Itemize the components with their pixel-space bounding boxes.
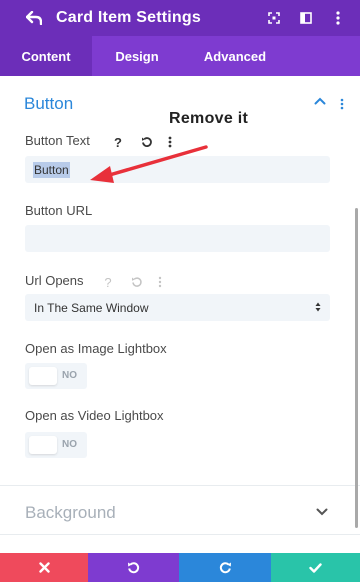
toggle-state: NO <box>62 370 77 381</box>
redo-button[interactable] <box>179 553 271 582</box>
tab-advanced[interactable]: Advanced <box>182 36 288 76</box>
button-url-label: Button URL <box>25 203 93 218</box>
field-more-button[interactable] <box>150 273 170 291</box>
focus-icon <box>268 12 280 24</box>
chevron-down-icon[interactable] <box>316 508 328 516</box>
footer-action-bar <box>0 553 360 582</box>
undo-icon <box>128 562 140 574</box>
more-vertical-icon <box>158 276 162 288</box>
image-lightbox-toggle[interactable]: NO <box>25 363 87 389</box>
tab-content[interactable]: Content <box>0 36 92 76</box>
more-vertical-icon <box>336 11 340 25</box>
help-button[interactable]: ? <box>98 273 118 291</box>
sidebar-toggle-button[interactable] <box>290 0 322 36</box>
url-opens-select[interactable]: In The Same Window <box>25 294 330 321</box>
redo-icon <box>219 562 231 574</box>
settings-content: Button Remove it Button Text ? Button Bu… <box>0 76 360 536</box>
reset-icon <box>132 277 142 287</box>
section-divider <box>0 534 360 535</box>
section-more-button[interactable] <box>336 96 348 112</box>
help-icon: ? <box>104 274 112 290</box>
toggle-knob <box>29 367 57 385</box>
url-opens-value: In The Same Window <box>34 300 149 315</box>
reset-button[interactable] <box>127 273 147 291</box>
image-lightbox-label: Open as Image Lightbox <box>25 341 167 356</box>
button-text-value: Button <box>33 161 70 178</box>
header-more-button[interactable] <box>322 0 354 36</box>
settings-header: Card Item Settings <box>0 0 360 36</box>
background-section-title[interactable]: Background <box>25 503 116 523</box>
section-title: Button <box>24 94 74 113</box>
video-lightbox-label: Open as Video Lightbox <box>25 408 164 423</box>
more-vertical-icon <box>340 98 344 110</box>
check-icon <box>309 562 322 573</box>
button-url-input[interactable] <box>25 225 330 252</box>
annotation-text: Remove it <box>169 110 249 127</box>
chevron-up-icon[interactable] <box>314 97 326 105</box>
header-title: Card Item Settings <box>56 9 201 26</box>
close-icon <box>38 562 50 573</box>
save-button[interactable] <box>271 553 360 582</box>
select-caret-icon <box>315 302 321 312</box>
annotation-arrow <box>90 145 208 183</box>
toggle-knob <box>29 436 57 454</box>
tab-bar: Content Design Advanced <box>0 36 360 76</box>
undo-button[interactable] <box>88 553 179 582</box>
back-button[interactable] <box>16 0 52 36</box>
back-arrow-icon <box>26 11 42 25</box>
cancel-button[interactable] <box>0 553 88 582</box>
video-lightbox-toggle[interactable]: NO <box>25 432 87 458</box>
toggle-state: NO <box>62 439 77 450</box>
sidebar-icon <box>300 12 312 24</box>
scrollbar[interactable] <box>355 208 358 528</box>
section-divider <box>0 485 360 486</box>
focus-button[interactable] <box>258 0 290 36</box>
tab-design[interactable]: Design <box>92 36 182 76</box>
url-opens-label: Url Opens <box>25 273 84 288</box>
